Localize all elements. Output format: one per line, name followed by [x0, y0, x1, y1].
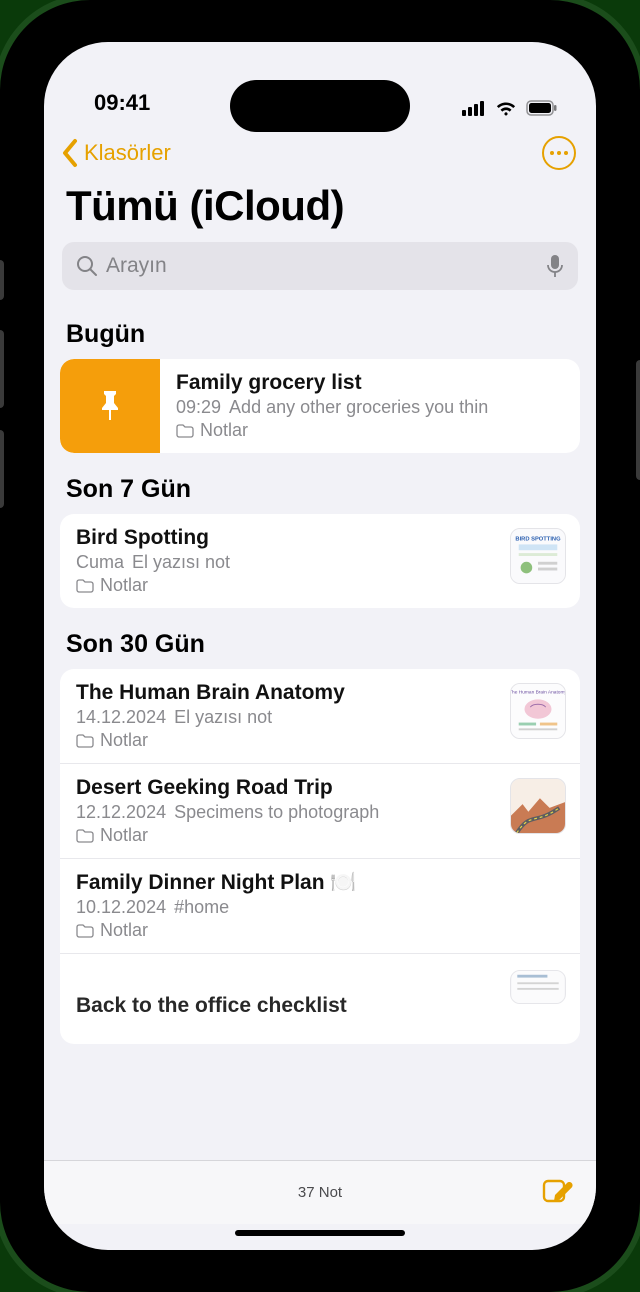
- folder-icon: [176, 424, 194, 438]
- section-header-today: Bugün: [44, 298, 596, 359]
- back-button[interactable]: Klasörler: [58, 138, 171, 168]
- note-row[interactable]: Bird Spotting Cuma El yazısı not Notlar B…: [60, 514, 580, 608]
- note-row[interactable]: Desert Geeking Road Trip 12.12.2024 Speci…: [60, 764, 580, 859]
- note-preview: El yazısı not: [132, 552, 230, 572]
- note-folder: Notlar: [200, 420, 248, 441]
- note-time: 12.12.2024: [76, 802, 166, 822]
- note-time: 10.12.2024: [76, 897, 166, 917]
- volume-down: [0, 430, 4, 508]
- page-title: Tümü (iCloud): [44, 176, 596, 242]
- mic-icon[interactable]: [546, 254, 564, 278]
- svg-text:The Human Brain Anatomy: The Human Brain Anatomy: [511, 690, 565, 696]
- status-time: 09:41: [80, 90, 150, 116]
- note-time: 09:29: [176, 397, 221, 417]
- note-preview: Specimens to photograph: [174, 802, 379, 822]
- svg-text:BIRD SPOTTING: BIRD SPOTTING: [515, 537, 561, 543]
- note-thumbnail: BIRD SPOTTING: [510, 528, 566, 584]
- back-label: Klasörler: [84, 140, 171, 166]
- pin-icon: [91, 387, 129, 425]
- note-title: Family grocery list: [176, 371, 576, 395]
- note-folder: Notlar: [100, 575, 148, 596]
- note-preview: El yazısı not: [174, 707, 272, 727]
- folder-icon: [76, 579, 94, 593]
- note-preview: Add any other groceries you thin: [229, 397, 488, 417]
- power-button: [636, 360, 640, 480]
- note-title: Back to the office checklist: [76, 994, 498, 1018]
- pin-action[interactable]: [60, 359, 160, 453]
- mute-switch: [0, 260, 4, 300]
- note-row[interactable]: Back to the office checklist: [60, 954, 580, 1044]
- note-time: 14.12.2024: [76, 707, 166, 727]
- note-folder: Notlar: [100, 825, 148, 846]
- bottom-toolbar: 37 Not: [44, 1160, 596, 1224]
- note-row[interactable]: Family Dinner Night Plan 🍽️ 10.12.2024 #h…: [60, 859, 580, 954]
- home-indicator[interactable]: [44, 1224, 596, 1250]
- note-thumbnail: The Human Brain Anatomy: [510, 683, 566, 739]
- note-title: The Human Brain Anatomy: [76, 681, 498, 705]
- note-row[interactable]: Family grocery list 09:29 Add any other g…: [60, 359, 580, 453]
- note-folder: Notlar: [100, 920, 148, 941]
- volume-up: [0, 330, 4, 408]
- note-title: Bird Spotting: [76, 526, 498, 550]
- note-time: Cuma: [76, 552, 124, 572]
- search-icon: [76, 255, 98, 277]
- note-title: Family Dinner Night Plan 🍽️: [76, 871, 576, 895]
- search-input[interactable]: [106, 254, 538, 278]
- note-row[interactable]: The Human Brain Anatomy 14.12.2024 El yaz…: [60, 669, 580, 764]
- search-field[interactable]: [62, 242, 578, 290]
- notes-list[interactable]: Bugün Family grocery list 09:29 Add any o…: [44, 298, 596, 1160]
- battery-icon: [526, 100, 558, 116]
- folder-icon: [76, 829, 94, 843]
- wifi-icon: [494, 100, 518, 116]
- note-thumbnail: [510, 970, 566, 1004]
- section-header-last7: Son 7 Gün: [44, 453, 596, 514]
- note-count: 37 Not: [298, 1184, 342, 1201]
- note-preview: #home: [174, 897, 229, 917]
- dynamic-island: [230, 80, 410, 132]
- note-folder: Notlar: [100, 730, 148, 751]
- note-title: Desert Geeking Road Trip: [76, 776, 498, 800]
- cellular-icon: [462, 100, 486, 116]
- more-button[interactable]: [542, 136, 576, 170]
- folder-icon: [76, 734, 94, 748]
- compose-button[interactable]: [540, 1173, 574, 1212]
- section-header-last30: Son 30 Gün: [44, 608, 596, 669]
- folder-icon: [76, 924, 94, 938]
- note-thumbnail: [510, 778, 566, 834]
- compose-icon: [540, 1173, 574, 1207]
- chevron-left-icon: [58, 138, 82, 168]
- ellipsis-icon: [550, 151, 568, 155]
